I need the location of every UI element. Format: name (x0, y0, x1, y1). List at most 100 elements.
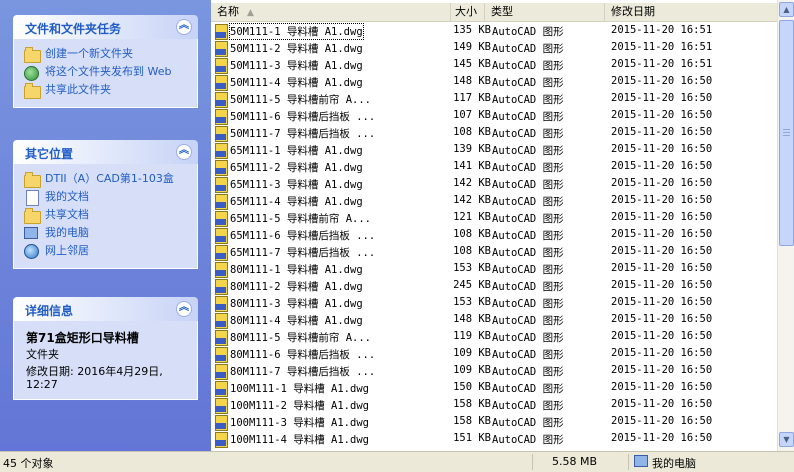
autocad-file-icon (214, 41, 228, 57)
file-row[interactable]: 50M111-2 导料槽 A1.dwg 149 KB AutoCAD 图形 2015-… (211, 39, 777, 57)
details-header[interactable]: 详细信息 ︽ (13, 297, 198, 321)
file-row[interactable]: 100M111-4 导料槽 A1.dwg 151 KB AutoCAD 图形 2015… (211, 430, 777, 448)
file-type: AutoCAD 图形 (492, 77, 564, 89)
file-row[interactable]: 50M111-5 导料槽前帘 A... 117 KB AutoCAD 图形 2015-… (211, 90, 777, 108)
file-name: 50M111-1 导料槽 A1.dwg (229, 23, 364, 40)
file-size: 151 KB (453, 432, 491, 444)
other-places-title: 其它位置 (25, 147, 74, 161)
column-type-label: 类型 (491, 5, 513, 18)
file-type: AutoCAD 图形 (492, 196, 564, 208)
file-row[interactable]: 80M111-7 导料槽后挡板 ... 109 KB AutoCAD 图形 2015-… (211, 362, 777, 380)
task-new-folder[interactable]: 创建一个新文件夹 (24, 47, 189, 63)
file-name: 50M111-4 导料槽 A1.dwg (230, 77, 363, 89)
other-places-body: DTII（A）CAD第1-103盒 我的文档 共享文档 我的电脑 网上邻居 (13, 164, 198, 269)
file-date: 2015-11-20 16:50 (611, 228, 713, 240)
file-type: AutoCAD 图形 (492, 60, 564, 72)
autocad-file-icon (214, 398, 228, 414)
file-row[interactable]: 65M111-1 导料槽 A1.dwg 139 KB AutoCAD 图形 2015-… (211, 141, 777, 159)
autocad-file-icon (214, 211, 228, 227)
file-type: AutoCAD 图形 (492, 383, 564, 395)
scroll-down-button[interactable]: ▼ (779, 432, 794, 447)
autocad-file-icon (214, 75, 228, 91)
column-header-size[interactable]: 大小 (451, 3, 485, 21)
collapse-chevron-icon[interactable]: ︽ (176, 301, 192, 317)
place-my-documents[interactable]: 我的文档 (24, 190, 189, 206)
file-row[interactable]: 65M111-6 导料槽后挡板 ... 108 KB AutoCAD 图形 2015-… (211, 226, 777, 244)
file-name: 65M111-7 导料槽后挡板 ... (230, 247, 376, 259)
place-my-computer[interactable]: 我的电脑 (24, 226, 189, 242)
file-tasks-header[interactable]: 文件和文件夹任务 ︽ (13, 15, 198, 39)
file-date: 2015-11-20 16:50 (611, 75, 713, 87)
place-shared-documents[interactable]: 共享文档 (24, 208, 189, 224)
vertical-scrollbar[interactable]: ▲ ▼ (777, 0, 794, 451)
file-size: 158 KB (453, 415, 491, 427)
column-size-label: 大小 (455, 5, 477, 18)
file-name: 65M111-5 导料槽前帘 A... (230, 213, 372, 225)
place-network[interactable]: 网上邻居 (24, 244, 189, 260)
detail-kind: 文件夹 (26, 348, 59, 361)
task-publish-web[interactable]: 将这个文件夹发布到 Web (24, 65, 189, 81)
file-row[interactable]: 65M111-7 导料槽后挡板 ... 108 KB AutoCAD 图形 2015-… (211, 243, 777, 261)
file-row[interactable]: 80M111-2 导料槽 A1.dwg 245 KB AutoCAD 图形 2015-… (211, 277, 777, 295)
autocad-file-icon (214, 262, 228, 278)
my-documents-icon (24, 190, 40, 206)
file-row[interactable]: 100M111-1 导料槽 A1.dwg 150 KB AutoCAD 图形 2015… (211, 379, 777, 397)
file-name: 65M111-6 导料槽后挡板 ... (230, 230, 376, 242)
file-type: AutoCAD 图形 (492, 230, 564, 242)
file-size: 153 KB (453, 296, 491, 308)
file-row[interactable]: 80M111-5 导料槽前帘 A... 119 KB AutoCAD 图形 2015-… (211, 328, 777, 346)
file-name: 50M111-2 导料槽 A1.dwg (230, 43, 363, 55)
file-type: AutoCAD 图形 (492, 349, 564, 361)
file-tasks-title: 文件和文件夹任务 (25, 22, 122, 36)
column-header-type[interactable]: 类型 (485, 3, 605, 21)
collapse-chevron-icon[interactable]: ︽ (176, 19, 192, 35)
file-name: 50M111-6 导料槽后挡板 ... (230, 111, 376, 123)
file-row[interactable]: 50M111-4 导料槽 A1.dwg 148 KB AutoCAD 图形 2015-… (211, 73, 777, 91)
file-row[interactable]: 50M111-7 导料槽后挡板 ... 108 KB AutoCAD 图形 2015-… (211, 124, 777, 142)
file-date: 2015-11-20 16:50 (611, 177, 713, 189)
file-row[interactable]: 100M111-2 导料槽 A1.dwg 158 KB AutoCAD 图形 2015… (211, 396, 777, 414)
file-row[interactable]: 50M111-6 导料槽后挡板 ... 107 KB AutoCAD 图形 2015-… (211, 107, 777, 125)
file-row[interactable]: 65M111-2 导料槽 A1.dwg 141 KB AutoCAD 图形 2015-… (211, 158, 777, 176)
file-row[interactable]: 50M111-3 导料槽 A1.dwg 145 KB AutoCAD 图形 2015-… (211, 56, 777, 74)
task-label: 将这个文件夹发布到 Web (45, 65, 172, 78)
scroll-up-button[interactable]: ▲ (779, 2, 794, 17)
place-label: DTII（A）CAD第1-103盒 (45, 172, 174, 185)
autocad-file-icon (214, 228, 228, 244)
file-row[interactable]: 80M111-3 导料槽 A1.dwg 153 KB AutoCAD 图形 2015-… (211, 294, 777, 312)
file-row[interactable]: 50M111-1 导料槽 A1.dwg 135 KB AutoCAD 图形 2015-… (211, 22, 777, 40)
place-parent-folder[interactable]: DTII（A）CAD第1-103盒 (24, 172, 189, 188)
collapse-chevron-icon[interactable]: ︽ (176, 144, 192, 160)
file-row[interactable]: 80M111-6 导料槽后挡板 ... 109 KB AutoCAD 图形 2015-… (211, 345, 777, 363)
file-date: 2015-11-20 16:50 (611, 364, 713, 376)
file-row[interactable]: 65M111-4 导料槽 A1.dwg 142 KB AutoCAD 图形 2015-… (211, 192, 777, 210)
file-row[interactable]: 80M111-1 导料槽 A1.dwg 153 KB AutoCAD 图形 2015-… (211, 260, 777, 278)
file-date: 2015-11-20 16:50 (611, 279, 713, 291)
other-places-header[interactable]: 其它位置 ︽ (13, 140, 198, 164)
details-panel: 详细信息 ︽ 第71盒矩形口导料槽 文件夹 修改日期: 2016年4月29日, … (13, 297, 198, 400)
task-share-folder[interactable]: 共享此文件夹 (24, 83, 189, 99)
file-type: AutoCAD 图形 (492, 417, 564, 429)
file-date: 2015-11-20 16:50 (611, 296, 713, 308)
column-header-name[interactable]: 名称 ▲ (211, 3, 451, 21)
column-header-bar: 名称 ▲ 大小 类型 修改日期 (211, 3, 777, 22)
column-header-date[interactable]: 修改日期 (605, 3, 777, 21)
scroll-thumb[interactable] (779, 20, 794, 246)
file-type: AutoCAD 图形 (492, 94, 564, 106)
file-row[interactable]: 65M111-3 导料槽 A1.dwg 142 KB AutoCAD 图形 2015-… (211, 175, 777, 193)
file-date: 2015-11-20 16:50 (611, 398, 713, 410)
file-type: AutoCAD 图形 (492, 145, 564, 157)
shared-documents-icon (24, 208, 41, 224)
file-row[interactable]: 80M111-4 导料槽 A1.dwg 148 KB AutoCAD 图形 2015-… (211, 311, 777, 329)
file-row[interactable]: 65M111-5 导料槽前帘 A... 121 KB AutoCAD 图形 2015-… (211, 209, 777, 227)
file-row[interactable]: 100M111-3 导料槽 A1.dwg 158 KB AutoCAD 图形 2015… (211, 413, 777, 431)
sort-ascending-icon: ▲ (247, 8, 254, 18)
publish-web-icon (24, 65, 40, 81)
task-pane: 文件和文件夹任务 ︽ 创建一个新文件夹 将这个文件夹发布到 Web 共享此文件夹… (0, 0, 211, 451)
file-name: 80M111-5 导料槽前帘 A... (230, 332, 372, 344)
autocad-file-icon (214, 24, 228, 40)
file-name: 65M111-1 导料槽 A1.dwg (230, 145, 363, 157)
file-date: 2015-11-20 16:50 (611, 126, 713, 138)
autocad-file-icon (214, 58, 228, 74)
file-size: 148 KB (453, 313, 491, 325)
